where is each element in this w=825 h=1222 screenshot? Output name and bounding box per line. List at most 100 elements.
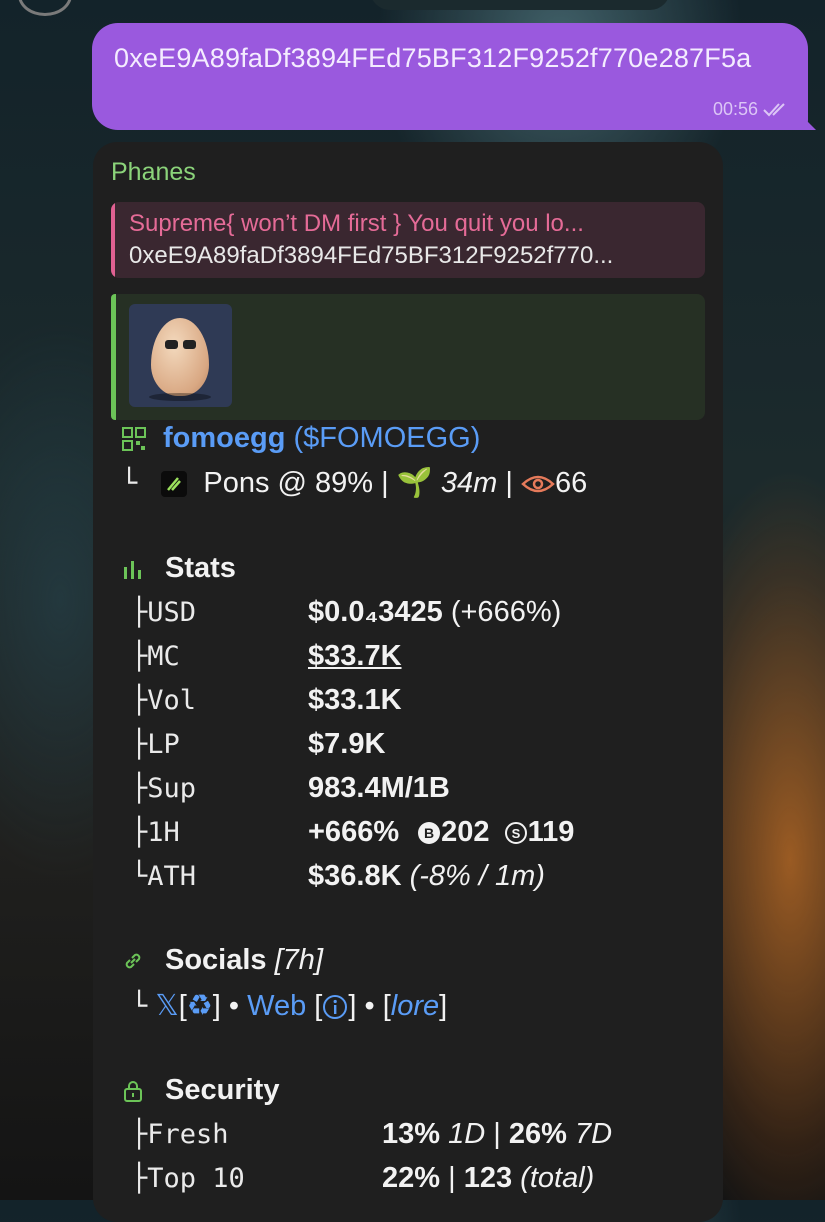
- egg-eye-right: [183, 340, 196, 349]
- tree-branch: ├: [131, 817, 148, 848]
- stats-header: Stats: [121, 552, 236, 585]
- security-title: Security: [165, 1074, 280, 1106]
- bracket: [: [314, 990, 323, 1022]
- tree-branch: ├: [131, 729, 148, 760]
- bubble-tail: [798, 112, 816, 130]
- stats-title: Stats: [165, 552, 236, 584]
- ath-change: (-8% / 1m): [409, 860, 545, 892]
- message-time: 00:56: [712, 99, 758, 119]
- hour-change: +666%: [308, 816, 400, 848]
- reply-preview[interactable]: Supreme{ won’t DM first } You quit you l…: [111, 202, 705, 278]
- reply-title: Supreme{ won’t DM first } You quit you l…: [129, 210, 584, 237]
- holders-total-tag: (total): [520, 1162, 595, 1194]
- eye-icon: [521, 476, 555, 493]
- stat-label: Vol: [147, 685, 197, 716]
- sell-icon: S: [504, 822, 527, 845]
- sells-count: 119: [527, 816, 575, 848]
- security-row-top10: ├Top 10 22% | 123 (total): [131, 1162, 691, 1195]
- fresh-1d-tag: 1D: [448, 1118, 486, 1150]
- sender-name[interactable]: Phanes: [111, 156, 705, 188]
- stats-row-ath: └ATH $36.8K (-8% / 1m): [131, 860, 671, 893]
- lore-link[interactable]: lore: [391, 990, 439, 1022]
- ath-value: $36.8K: [308, 860, 402, 892]
- svg-text:B: B: [424, 825, 434, 841]
- info-icon[interactable]: [322, 994, 348, 1020]
- seedling-icon: 🌱: [396, 467, 433, 499]
- socials-title: Socials: [165, 944, 267, 976]
- reply-text: 0xeE9A89faDf3894FEd75BF312F9252f770...: [129, 242, 614, 269]
- stats-row-1h: ├1H +666% B 202 S 119: [131, 816, 671, 849]
- tree-branch: ├: [131, 773, 148, 804]
- outgoing-message-bubble[interactable]: 0xeE9A89faDf3894FEd75BF312F9252f770e287F…: [92, 23, 816, 130]
- stat-label: 1H: [147, 817, 180, 848]
- egg-eye-left: [165, 340, 178, 349]
- stat-label: LP: [147, 729, 180, 760]
- separator: |: [448, 1162, 456, 1194]
- stat-label: USD: [147, 597, 197, 628]
- tree-branch: ├: [131, 1119, 148, 1150]
- avatar[interactable]: [18, 0, 72, 16]
- socials-header: Socials [7h]: [121, 944, 323, 977]
- link-preview[interactable]: [111, 294, 705, 420]
- usd-price: $0.0₄3425: [308, 596, 443, 628]
- holders-total: 123: [463, 1162, 513, 1194]
- stat-value: $33.1K: [308, 684, 402, 716]
- outgoing-message-text: 0xeE9A89faDf3894FEd75BF312F9252f770e287F…: [114, 43, 752, 73]
- stat-value: 983.4M/1B: [308, 772, 450, 804]
- security-label: Top 10: [147, 1163, 245, 1194]
- recycle-icon[interactable]: ♻: [187, 990, 213, 1022]
- stat-label: Sup: [147, 773, 197, 804]
- token-name-link[interactable]: fomoegg: [163, 422, 285, 454]
- stat-label: ATH: [147, 861, 197, 892]
- message-meta: 00:56: [713, 99, 790, 120]
- x-link[interactable]: 𝕏: [155, 990, 178, 1022]
- security-row-fresh: ├Fresh 13% 1D | 26% 7D: [131, 1118, 691, 1151]
- dot-separator: •: [228, 990, 240, 1022]
- stat-value: +666% B 202 S 119: [308, 816, 574, 849]
- token-info-row: └ Pons @ 89% | 🌱 34m | 66: [121, 466, 587, 500]
- stats-row-vol: ├Vol $33.1K: [131, 684, 671, 717]
- tree-branch: ├: [131, 641, 148, 672]
- security-header: Security: [121, 1074, 279, 1107]
- tree-branch: └: [131, 991, 148, 1022]
- stat-value: $0.0₄3425 (+666%): [308, 596, 561, 629]
- security-value: 22% | 123 (total): [382, 1162, 594, 1195]
- buys-count: 202: [441, 816, 490, 848]
- svg-text:S: S: [511, 826, 520, 841]
- fresh-7d-value: 26%: [508, 1118, 567, 1150]
- security-value: 13% 1D | 26% 7D: [382, 1118, 612, 1151]
- socials-age: [7h]: [274, 944, 323, 976]
- separator: |: [505, 467, 513, 499]
- stat-value: $7.9K: [308, 728, 386, 760]
- security-label: Fresh: [147, 1119, 229, 1150]
- web-link[interactable]: Web: [247, 990, 306, 1022]
- bracket: ]: [439, 990, 448, 1022]
- dot-separator: •: [364, 990, 375, 1022]
- buy-icon: B: [418, 822, 441, 845]
- usd-change: (+666%): [450, 596, 562, 628]
- egg-image: [151, 318, 209, 396]
- tree-branch: ├: [131, 597, 148, 628]
- token-header: fomoegg ($FOMOEGG): [121, 422, 480, 455]
- read-checkmarks-icon: [763, 102, 785, 116]
- tree-branch: ├: [131, 1163, 148, 1194]
- platform-text: Pons @ 89% |: [203, 467, 389, 499]
- market-cap-link[interactable]: $33.7K: [308, 640, 402, 673]
- top10-percent: 22%: [382, 1162, 441, 1194]
- bar-chart-icon: [124, 561, 141, 580]
- token-image[interactable]: [129, 304, 232, 407]
- egg-shadow: [149, 393, 211, 401]
- token-ticker: ($FOMOEGG): [294, 422, 481, 454]
- token-ticker-text[interactable]: ($FOMOEGG): [294, 422, 481, 454]
- pons-logo-icon: [161, 471, 188, 498]
- bracket: [: [178, 990, 187, 1022]
- separator: |: [493, 1118, 501, 1150]
- stat-label: MC: [147, 641, 180, 672]
- stats-row-sup: ├Sup 983.4M/1B: [131, 772, 671, 805]
- incoming-message-bubble[interactable]: Phanes Supreme{ won’t DM first } You qui…: [93, 142, 723, 1222]
- token-age: 34m: [440, 467, 498, 499]
- stats-row-usd: ├USD $0.0₄3425 (+666%): [131, 596, 671, 629]
- fresh-7d-tag: 7D: [574, 1118, 613, 1150]
- views-count: 66: [555, 467, 588, 499]
- previous-message-bubble: [370, 0, 670, 10]
